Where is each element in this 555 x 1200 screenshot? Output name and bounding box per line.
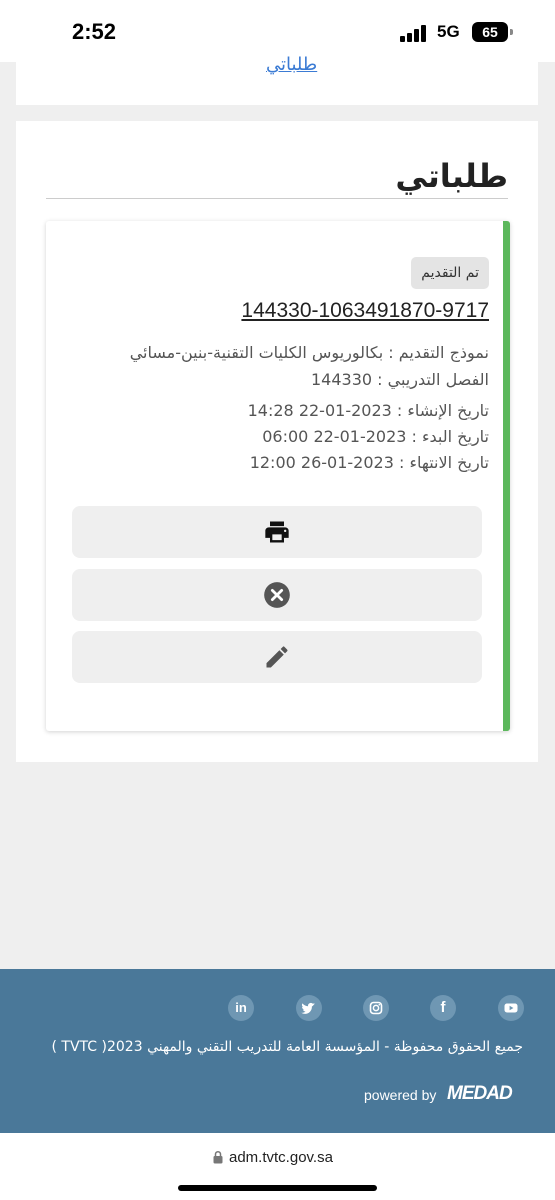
end-date: تاريخ الانتهاء : 2023-01-26 12:00 [249,453,489,472]
created-date: تاريخ الإنشاء : 2023-01-22 14:28 [247,401,489,420]
applications-card: طلباتي تم التقديم 144330-1063491870-9717… [16,121,538,762]
copyright-text: جميع الحقوق محفوظة - المؤسسة العامة للتد… [51,1039,524,1055]
lock-icon [213,1150,223,1164]
status-time: 2:52 [72,19,117,44]
cancel-icon [264,582,290,608]
linkedin-glyph: in [235,1000,247,1015]
application-number-link[interactable]: 144330-1063491870-9717 [241,299,489,323]
start-date: تاريخ البدء : 2023-01-22 06:00 [262,427,489,446]
instagram-icon[interactable] [363,995,389,1021]
cancel-application-button[interactable] [72,569,482,621]
network-type: 5G [437,22,460,41]
linkedin-icon[interactable]: in [228,995,254,1021]
footer: in f جميع الحقوق محفوظة - المؤسسة العامة… [0,969,555,1133]
facebook-icon[interactable]: f [430,995,456,1021]
youtube-icon[interactable] [498,995,524,1021]
page-title: طلباتي [395,157,508,195]
medad-logo: MEDAD [447,1083,513,1104]
print-button[interactable] [72,506,482,558]
status-bar: 2:52 5G 65 [0,0,555,62]
facebook-glyph: f [440,999,446,1016]
battery-icon: 65 [472,22,508,42]
powered-by-text: powered by [364,1087,437,1103]
edit-application-button[interactable] [72,631,482,683]
training-term: الفصل التدريبي : 144330 [310,370,489,389]
battery-tip [510,29,513,35]
home-indicator[interactable] [178,1185,377,1191]
top-card: طلباتي [16,54,538,105]
print-icon [265,521,289,543]
application-form: نموذج التقديم : بكالوريوس الكليات التقني… [129,343,489,362]
browser-address-bar[interactable]: adm.tvtc.gov.sa [0,1133,555,1200]
url-text: adm.tvtc.gov.sa [229,1149,333,1166]
signal-icon [400,24,430,42]
title-divider [46,198,508,199]
twitter-icon[interactable] [296,995,322,1021]
status-badge: تم التقديم [411,257,489,289]
edit-icon [266,646,288,668]
application-card: تم التقديم 144330-1063491870-9717 نموذج … [46,221,510,731]
my-applications-link[interactable]: طلباتي [266,54,317,75]
